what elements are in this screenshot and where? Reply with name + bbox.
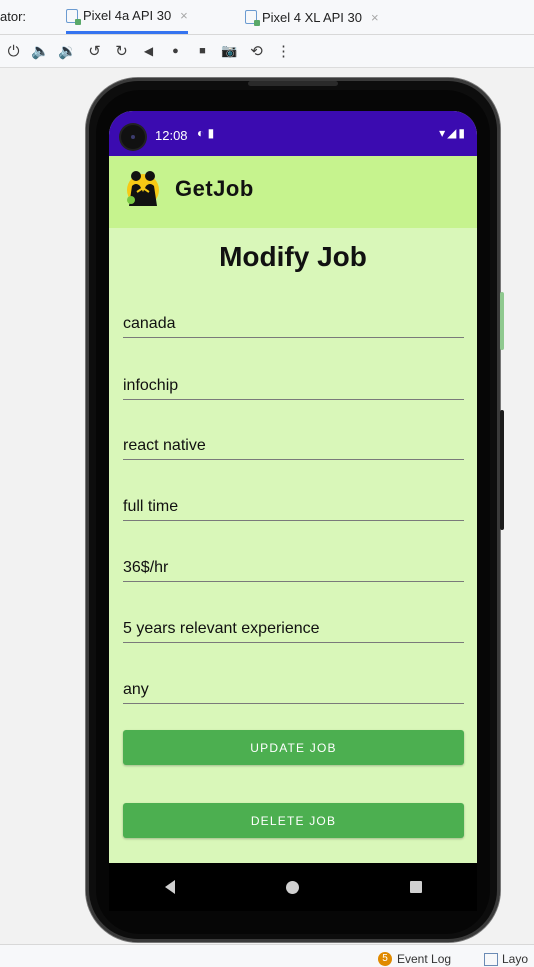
- emulator-toolbar: ⏻ 🔈 🔉 ↺ ↻ ◀ ● ■ 📷 ⟲ ⋮: [0, 35, 534, 68]
- earpiece-speaker: [248, 81, 338, 86]
- event-log-label: Event Log: [397, 952, 452, 966]
- tab-pixel-4a[interactable]: Pixel 4a API 30 ×: [66, 0, 188, 34]
- close-icon[interactable]: ×: [371, 10, 379, 25]
- close-icon[interactable]: ×: [180, 8, 188, 23]
- app-brand-name: GetJob: [175, 176, 254, 201]
- tool-window-label: ator:: [0, 9, 27, 24]
- delete-job-button[interactable]: DELETE JOB: [123, 803, 464, 838]
- volume-rocker: [500, 410, 504, 530]
- volume-down-icon[interactable]: 🔉: [54, 42, 81, 60]
- ide-status-strip: 5 Event Log Layo: [0, 944, 534, 967]
- power-icon[interactable]: ⏻: [0, 43, 27, 60]
- home-icon[interactable]: ●: [162, 45, 189, 57]
- app-header: GetJob: [109, 156, 477, 228]
- device-screen: 12:08 ◐ ▮ ▾◢▮ GetJob Modify Job UPDATE J…: [109, 111, 477, 863]
- layout-inspector-icon: [484, 952, 498, 966]
- nav-recents-icon[interactable]: [409, 881, 422, 893]
- layout-inspector-label: Layo: [502, 952, 529, 966]
- layout-inspector-button[interactable]: Layo: [484, 952, 528, 966]
- tab-label: Pixel 4a API 30: [83, 8, 172, 23]
- snapshot-icon[interactable]: ⟲: [243, 42, 270, 60]
- update-job-button[interactable]: UPDATE JOB: [123, 730, 464, 765]
- skill-field[interactable]: [123, 433, 464, 460]
- salary-field[interactable]: [123, 555, 464, 582]
- page-title: Modify Job: [219, 241, 367, 272]
- experience-field[interactable]: [123, 616, 464, 643]
- location-field[interactable]: [123, 311, 464, 338]
- front-camera: [121, 125, 145, 149]
- signal-battery-icons: ▾◢▮: [439, 126, 467, 140]
- rotate-right-icon[interactable]: ↻: [108, 42, 135, 60]
- overview-icon[interactable]: ■: [189, 45, 216, 57]
- event-log-button[interactable]: 5 Event Log: [378, 952, 451, 966]
- nav-back-icon[interactable]: [164, 880, 175, 894]
- system-nav-bar: [109, 863, 477, 911]
- device-icon: [66, 8, 81, 25]
- job-type-field[interactable]: [123, 494, 464, 521]
- company-field[interactable]: [123, 373, 464, 400]
- status-bar: 12:08 ◐ ▮ ▾◢▮: [109, 111, 477, 156]
- nav-home-icon[interactable]: [285, 880, 299, 894]
- emulator-tab-bar: ator: Pixel 4a API 30 × Pixel 4 XL API 3…: [0, 0, 534, 35]
- back-icon[interactable]: ◀: [135, 44, 162, 58]
- extra-field[interactable]: [123, 677, 464, 704]
- more-icon[interactable]: ⋮: [270, 42, 297, 60]
- tab-label: Pixel 4 XL API 30: [262, 9, 362, 25]
- tab-pixel-4-xl[interactable]: Pixel 4 XL API 30 ×: [245, 0, 379, 34]
- volume-up-icon[interactable]: 🔈: [27, 42, 54, 60]
- notification-icons: ◐ ▮: [197, 126, 215, 140]
- power-button: [500, 292, 504, 350]
- screenshot-icon[interactable]: 📷: [216, 43, 243, 59]
- device-icon: [245, 10, 260, 26]
- handshake-logo-icon: [127, 171, 159, 206]
- status-clock: 12:08: [155, 128, 188, 143]
- rotate-left-icon[interactable]: ↺: [81, 42, 108, 60]
- event-count-badge: 5: [378, 952, 392, 966]
